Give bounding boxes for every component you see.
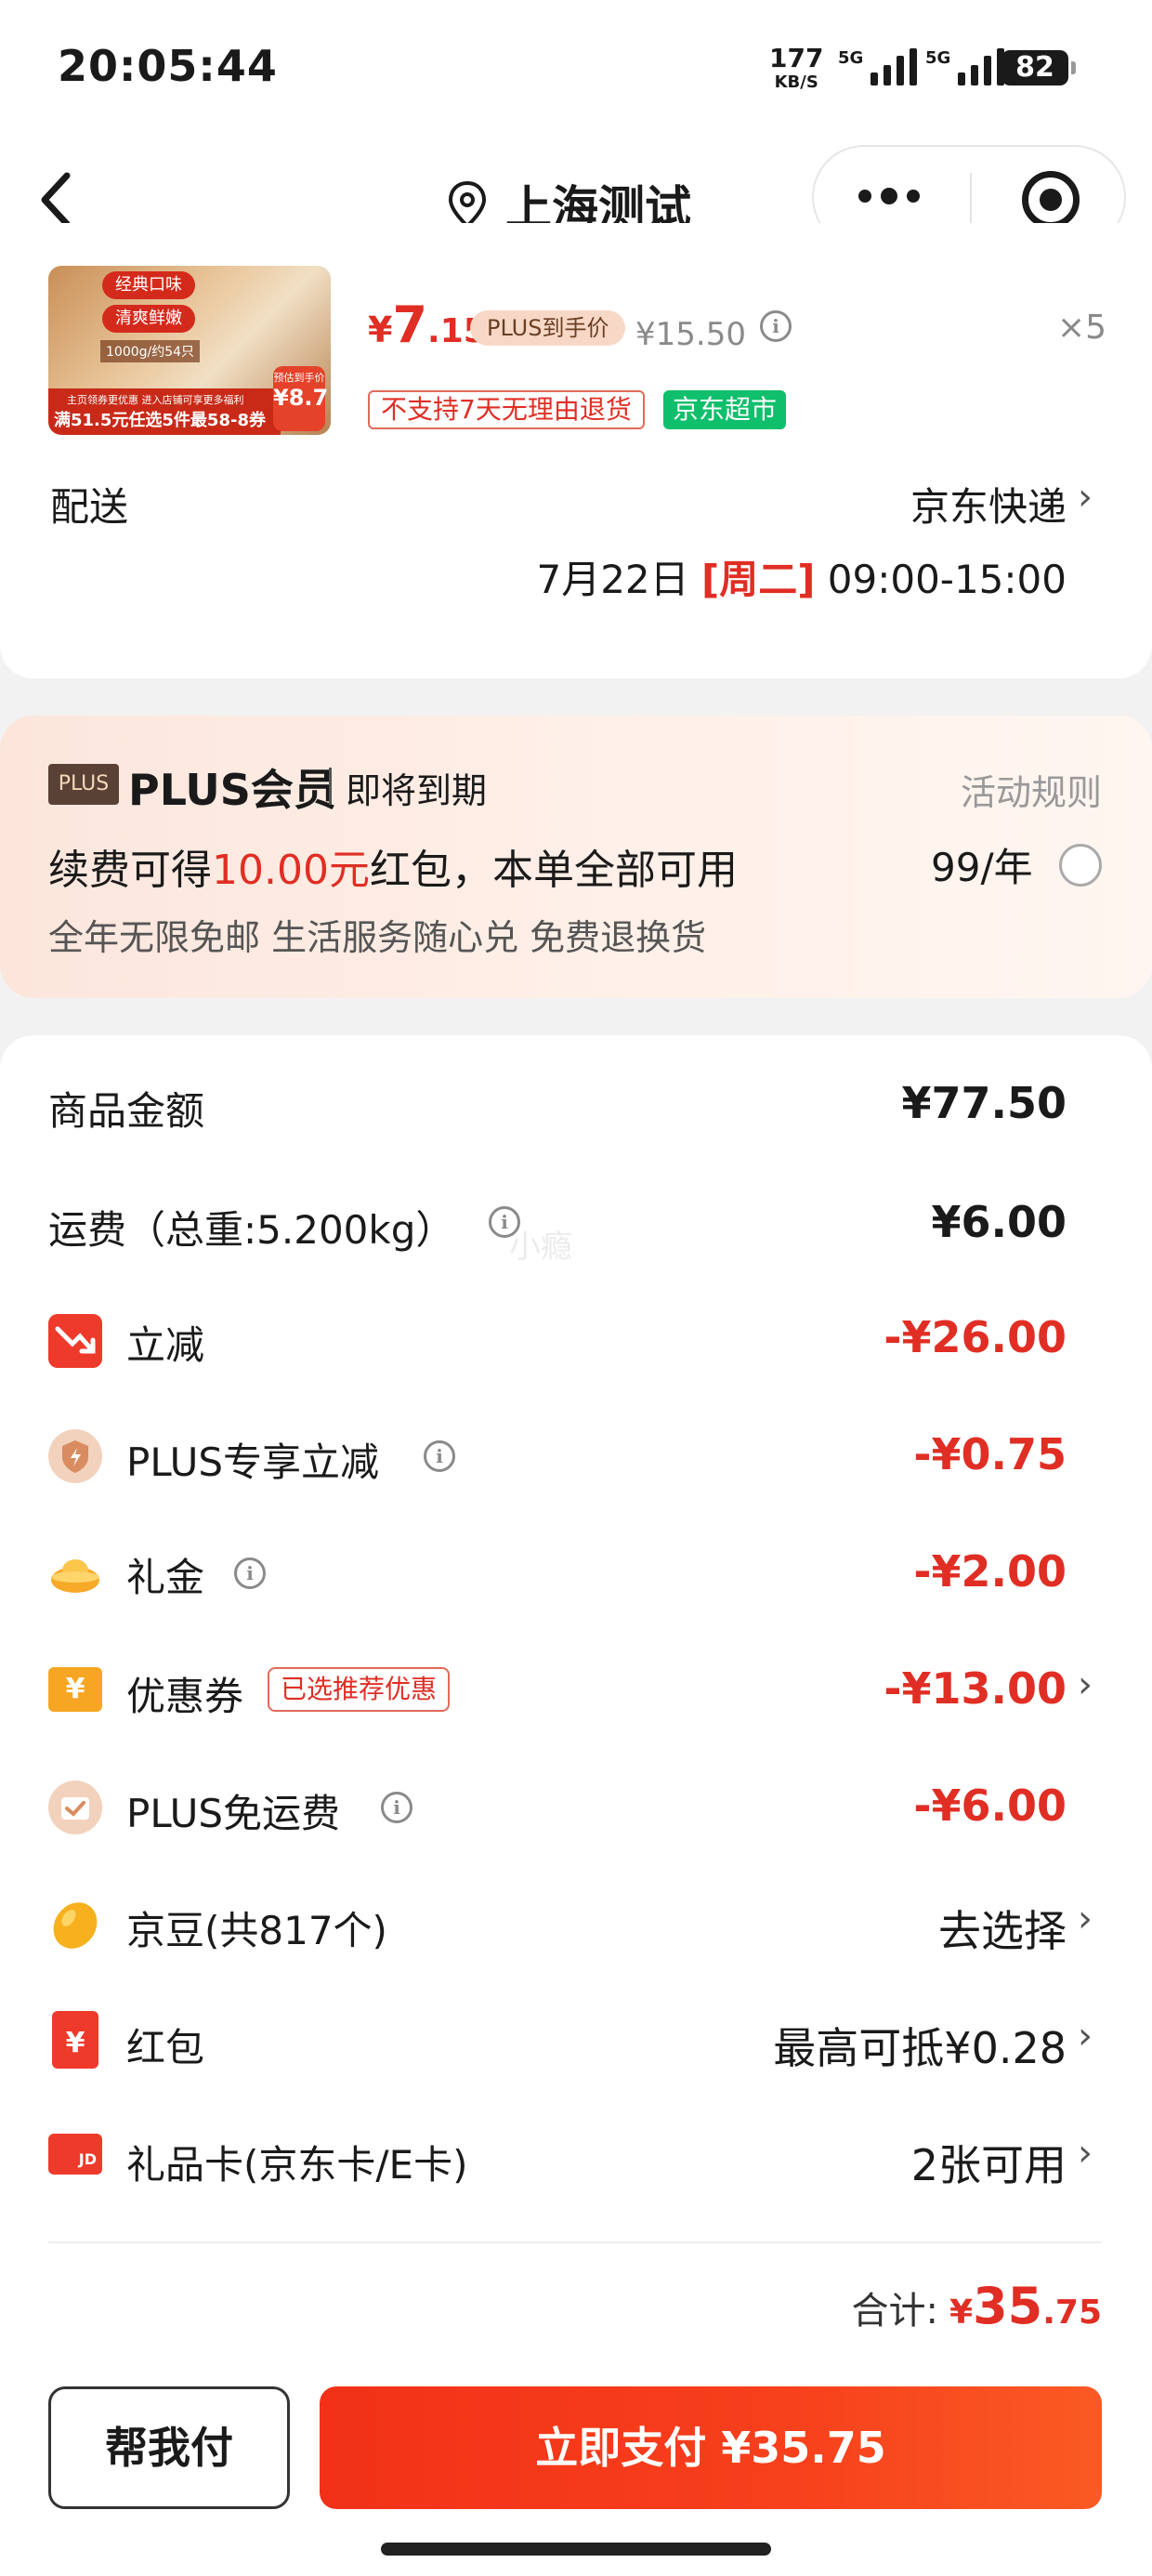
plus-free-shipping-icon xyxy=(48,1781,102,1834)
more-icon[interactable] xyxy=(858,188,920,204)
gold-ingot-icon xyxy=(48,1546,102,1600)
plus-discount-value: -¥0.75 xyxy=(913,1429,1067,1479)
plus-discount-label: PLUS专享立减 xyxy=(126,1439,380,1485)
jd-beans-label: 京豆(共817个) xyxy=(126,1908,387,1953)
plus-price-tag: PLUS到手价 xyxy=(470,310,626,346)
plus-free-shipping-label: PLUS免运费 xyxy=(126,1791,341,1836)
delivery-time[interactable]: 7月22日 [周二] 09:00-15:00 xyxy=(536,548,1067,605)
product-thumbnail[interactable]: 经典口味 清爽鲜嫩 1000g/约54只 主页领券更优惠 进入店铺可享更多福利 … xyxy=(48,266,331,435)
red-packet-label: 红包 xyxy=(126,2025,205,2070)
delivery-window: 09:00-15:00 xyxy=(827,557,1067,602)
plus-renew-radio[interactable] xyxy=(1059,844,1102,887)
info-icon[interactable]: i xyxy=(760,310,792,342)
chevron-right-icon[interactable]: › xyxy=(1078,476,1093,519)
delivery-date: 7月22日 xyxy=(536,557,689,602)
jd-beans-select[interactable]: 去选择 xyxy=(938,1898,1067,1959)
red-packet-icon: ¥ xyxy=(52,2011,98,2069)
home-indicator[interactable] xyxy=(381,2543,771,2556)
coupon-value[interactable]: -¥13.00 xyxy=(884,1663,1067,1714)
plus-title: PLUS会员 xyxy=(128,765,336,815)
plus-logo: PLUS xyxy=(48,764,119,805)
delivery-weekday: [周二] xyxy=(701,557,816,602)
discount-arrow-icon xyxy=(48,1314,102,1368)
signal-icon: 5G xyxy=(838,48,918,85)
no-return-tag: 不支持7天无理由退货 xyxy=(368,390,645,429)
gift-card-label: 礼品卡(京东卡/E卡) xyxy=(126,2142,468,2188)
help-me-pay-button[interactable]: 帮我付 xyxy=(48,2386,290,2509)
sim1-label: 5G xyxy=(838,48,864,68)
goods-amount-value: ¥77.50 xyxy=(901,1078,1067,1128)
plus-discount-icon xyxy=(48,1429,102,1483)
store-tag: 京东超市 xyxy=(663,390,787,429)
watermark: 小瘾 xyxy=(509,1229,572,1266)
shipping-label: 配送 xyxy=(50,484,129,530)
chevron-right-icon[interactable]: › xyxy=(1078,1663,1093,1706)
gift-card-icon: JD xyxy=(48,2134,102,2175)
order-total: 合计: ¥ 35 .75 xyxy=(851,2277,1102,2335)
product-price: ¥7.15 xyxy=(368,296,487,354)
thumb-price-badge: 预估到手价 ¥8.7 xyxy=(273,366,328,431)
signal-icon: 5G xyxy=(925,48,1005,85)
plus-status: 即将到期 xyxy=(346,770,488,811)
product-quantity: ×5 xyxy=(1057,309,1107,347)
chevron-right-icon[interactable]: › xyxy=(1078,2132,1093,2175)
goods-amount-label: 商品金额 xyxy=(48,1088,205,1134)
network-speed-value: 177 xyxy=(769,43,824,73)
thumb-tag: 经典口味 xyxy=(102,271,195,299)
freight-label: 运费（总重:5.200kg） xyxy=(48,1207,455,1253)
divider xyxy=(48,2241,1102,2243)
plus-offer: 续费可得10.00元红包，本单全部可用 xyxy=(48,847,738,894)
activity-rules-link[interactable]: 活动规则 xyxy=(961,764,1102,815)
plus-benefits: 全年无限免邮 生活服务随心兑 免费退换货 xyxy=(48,917,707,958)
info-icon[interactable]: i xyxy=(381,1792,412,1823)
discount-label: 立减 xyxy=(126,1322,205,1368)
gift-money-label: 礼金 xyxy=(126,1555,205,1600)
battery-icon: 82 xyxy=(1001,50,1076,85)
chevron-right-icon[interactable]: › xyxy=(1078,1898,1093,1940)
jd-bean-icon xyxy=(48,1898,102,1952)
status-time: 20:05:44 xyxy=(58,41,278,91)
pay-now-button[interactable]: 立即支付 ¥35.75 xyxy=(320,2386,1102,2509)
network-speed: 177 KB/S xyxy=(769,46,823,95)
chevron-right-icon[interactable]: › xyxy=(1078,2015,1093,2057)
plus-price: 99/年 xyxy=(931,845,1033,890)
coupon-label: 优惠券 xyxy=(126,1674,244,1719)
info-icon[interactable]: i xyxy=(424,1440,455,1472)
network-speed-unit: KB/S xyxy=(774,72,818,92)
discount-value: -¥26.00 xyxy=(884,1312,1067,1362)
plus-free-shipping-value: -¥6.00 xyxy=(913,1781,1067,1831)
freight-value: ¥6.00 xyxy=(931,1197,1067,1247)
sim2-label: 5G xyxy=(925,48,951,68)
thumb-promo-strip: 主页领券更优惠 进入店铺可享更多福利 满51.5元任选5件最58-8券 xyxy=(48,388,281,435)
gift-card-value[interactable]: 2张可用 xyxy=(911,2132,1067,2193)
capsule-divider xyxy=(970,173,972,225)
close-target-icon[interactable] xyxy=(1022,171,1080,229)
coupon-selected-tag: 已选推荐优惠 xyxy=(268,1667,451,1712)
thumb-spec: 1000g/约54只 xyxy=(100,340,201,362)
plus-divider xyxy=(329,768,332,805)
info-icon[interactable]: i xyxy=(234,1557,266,1589)
thumb-tag: 清爽鲜嫩 xyxy=(102,305,195,333)
location-pin-icon xyxy=(448,180,487,229)
total-label: 合计: xyxy=(851,2290,938,2333)
red-packet-value[interactable]: 最高可抵¥0.28 xyxy=(773,2015,1067,2076)
original-price: ¥15.50 xyxy=(635,316,746,353)
shipping-method[interactable]: 京东快递 xyxy=(910,476,1067,532)
gift-money-value: -¥2.00 xyxy=(913,1546,1067,1597)
coupon-icon: ¥ xyxy=(48,1667,102,1712)
